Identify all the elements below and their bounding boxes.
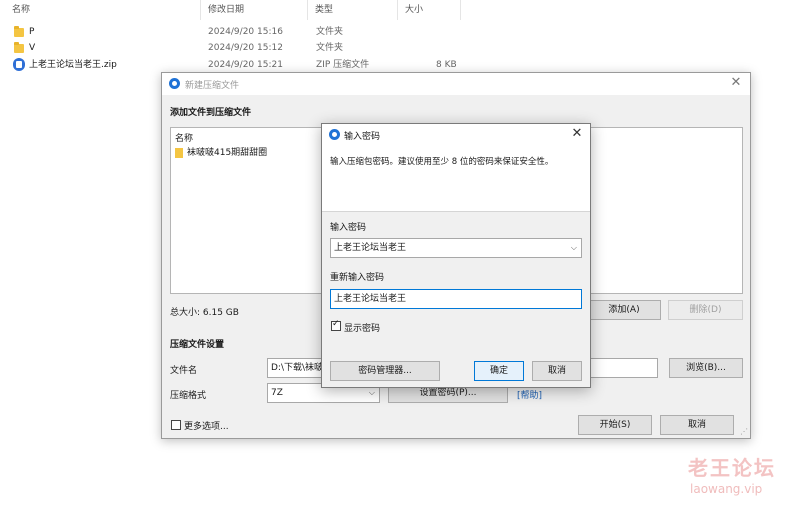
sort-ascending-icon: ^ xyxy=(102,0,109,4)
password-dialog-titlebar[interactable]: 输入密码 ✕ xyxy=(322,124,590,146)
password-description: 输入压缩包密码。建议使用至少 8 位的密码来保证安全性。 xyxy=(330,157,554,167)
column-header-name[interactable]: 名称 xyxy=(12,0,30,20)
format-value: 7Z xyxy=(271,388,283,398)
column-header-modified[interactable]: 修改日期 xyxy=(208,0,244,20)
column-separator[interactable] xyxy=(460,0,461,20)
help-link[interactable]: [帮助] xyxy=(517,388,542,401)
watermark-url: laowang.vip xyxy=(690,482,763,496)
cancel-button[interactable]: 取消 xyxy=(532,361,582,381)
password-info-panel: 输入压缩包密码。建议使用至少 8 位的密码来保证安全性。 xyxy=(322,146,590,211)
total-size-label: 总大小: 6.15 GB xyxy=(170,308,239,318)
column-separator[interactable] xyxy=(200,0,201,20)
confirm-password-input[interactable]: 上老王论坛当老王 xyxy=(330,289,582,309)
zip-archive-icon xyxy=(13,58,25,71)
close-icon[interactable]: ✕ xyxy=(569,126,585,142)
delete-button[interactable]: 删除(D) xyxy=(668,300,743,320)
column-separator[interactable] xyxy=(397,0,398,20)
password-label: 输入密码 xyxy=(330,223,367,233)
more-options-label[interactable]: 更多选项... xyxy=(184,419,229,432)
folder-icon xyxy=(175,148,183,158)
filename-label: 文件名 xyxy=(170,366,198,376)
file-modified: 2024/9/20 15:16 xyxy=(208,27,283,37)
file-row-p[interactable]: P 2024/9/20 15:16 文件夹 xyxy=(0,24,470,40)
watermark-logo-text: 老王论坛 xyxy=(688,456,776,480)
password-manager-button[interactable]: 密码管理器... xyxy=(330,361,440,381)
folder-icon xyxy=(14,26,24,37)
file-size: 8 KB xyxy=(436,60,457,70)
column-header-type[interactable]: 类型 xyxy=(315,0,333,20)
add-button[interactable]: 添加(A) xyxy=(587,300,661,320)
file-modified: 2024/9/20 15:12 xyxy=(208,43,283,53)
add-files-heading: 添加文件到压缩文件 xyxy=(170,108,252,118)
confirm-password-label: 重新输入密码 xyxy=(330,273,385,283)
start-button[interactable]: 开始(S) xyxy=(578,415,652,435)
file-row-v[interactable]: V 2024/9/20 15:12 文件夹 xyxy=(0,40,470,56)
file-row-zip[interactable]: 上老王论坛当老王.zip 2024/9/20 15:21 ZIP 压缩文件 8 … xyxy=(0,57,470,73)
folder-icon xyxy=(14,42,24,53)
password-value: 上老王论坛当老王 xyxy=(334,243,407,253)
file-modified: 2024/9/20 15:21 xyxy=(208,60,283,70)
archive-settings-heading: 压缩文件设置 xyxy=(170,340,225,350)
password-dialog-title: 输入密码 xyxy=(344,132,381,142)
browse-button[interactable]: 浏览(B)... xyxy=(669,358,743,378)
file-name: P xyxy=(29,27,35,37)
bandizip-app-icon xyxy=(169,78,180,89)
column-separator[interactable] xyxy=(307,0,308,20)
file-type: 文件夹 xyxy=(316,27,344,37)
file-name: 上老王论坛当老王.zip xyxy=(29,60,117,70)
dialog-title: 新建压缩文件 xyxy=(185,81,240,91)
show-password-checkbox[interactable] xyxy=(331,319,341,331)
dialog-titlebar[interactable]: 新建压缩文件 ✕ xyxy=(162,73,750,95)
more-options-checkbox[interactable] xyxy=(171,420,181,430)
format-label: 压缩格式 xyxy=(170,391,207,401)
cancel-button[interactable]: 取消 xyxy=(660,415,734,435)
password-input[interactable]: 上老王论坛当老王 ⌵ xyxy=(330,238,582,258)
file-name: V xyxy=(29,43,36,53)
resize-grip-icon[interactable]: ⋰ xyxy=(740,427,748,436)
bandizip-app-icon xyxy=(329,129,340,140)
list-item-label: 袜啵啵415期甜甜圈 xyxy=(187,148,268,158)
list-column-name[interactable]: 名称 xyxy=(175,131,193,144)
divider xyxy=(322,211,590,212)
ok-button[interactable]: 确定 xyxy=(474,361,524,381)
show-password-label[interactable]: 显示密码 xyxy=(344,321,380,334)
password-dialog: 输入密码 ✕ 输入压缩包密码。建议使用至少 8 位的密码来保证安全性。 输入密码… xyxy=(321,123,591,388)
close-icon[interactable]: ✕ xyxy=(728,75,744,91)
chevron-down-icon[interactable]: ⌵ xyxy=(571,239,577,257)
column-header-size[interactable]: 大小 xyxy=(405,0,423,20)
file-type: ZIP 压缩文件 xyxy=(316,60,370,70)
file-type: 文件夹 xyxy=(316,43,344,53)
